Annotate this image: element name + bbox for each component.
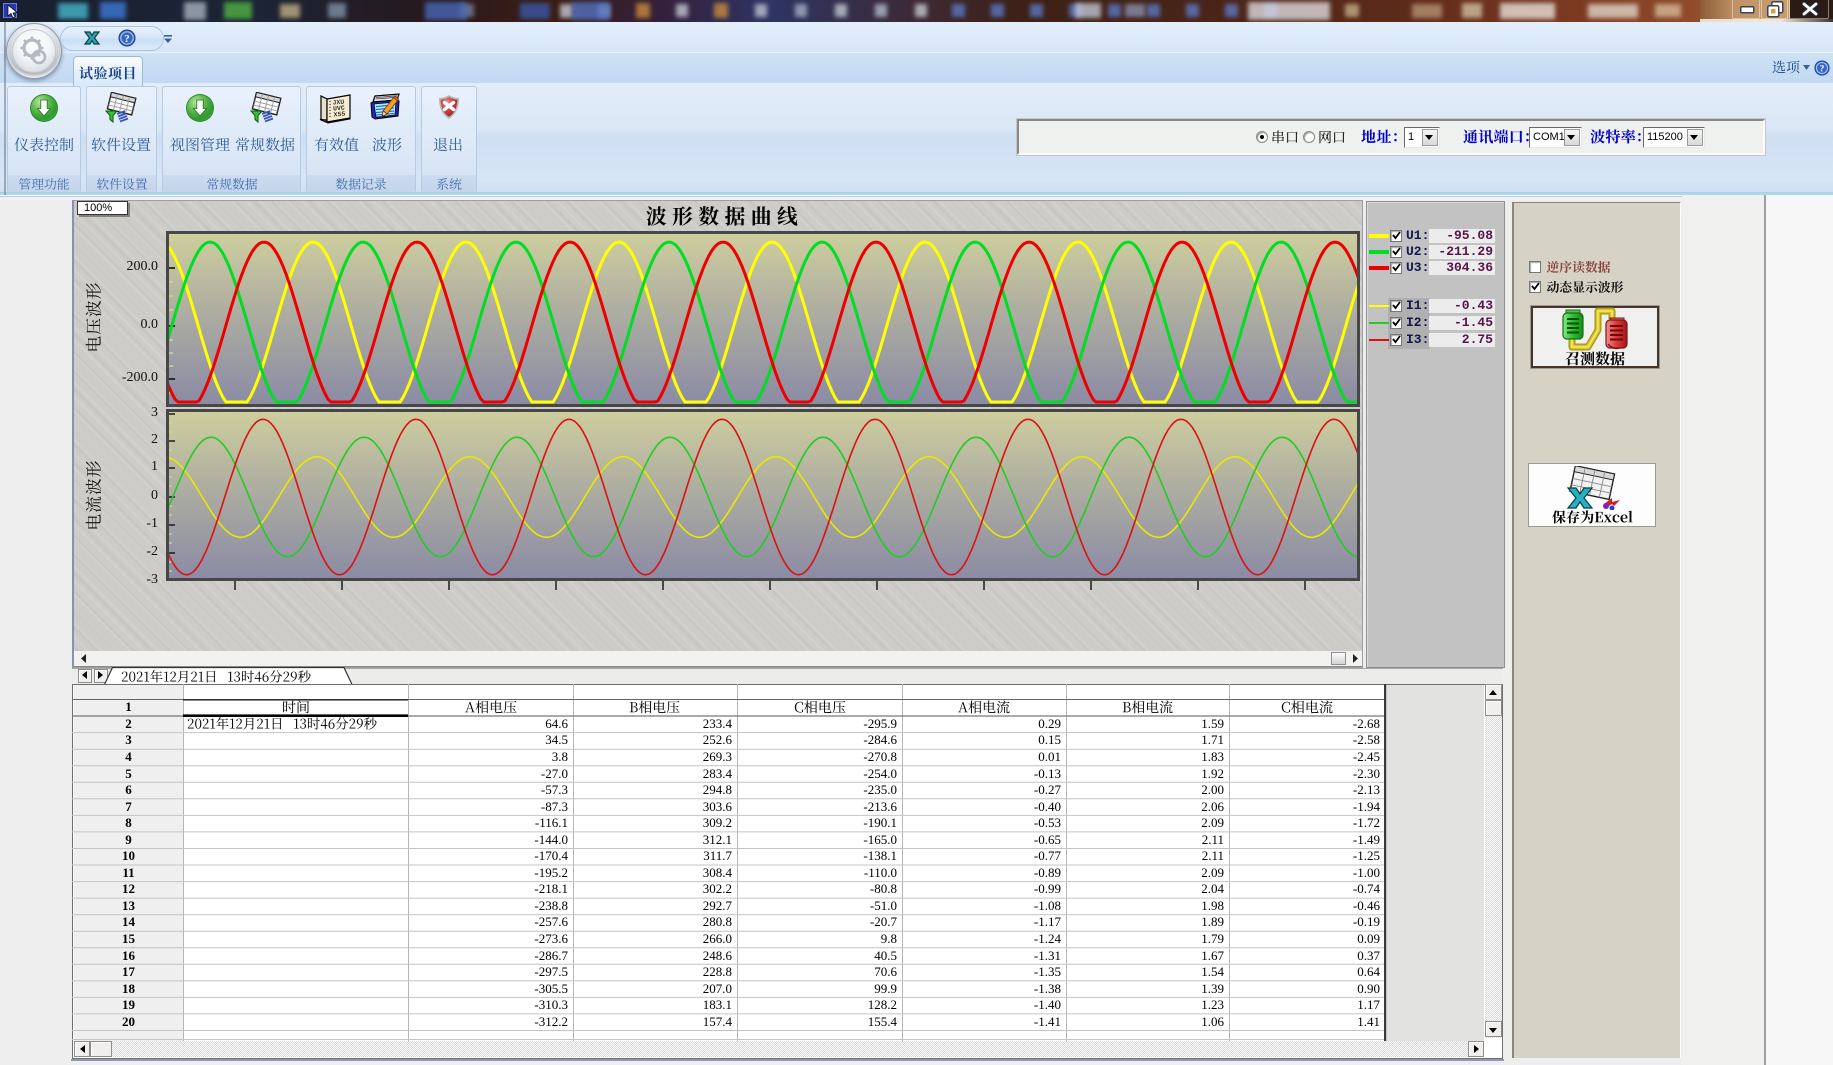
svg-text:X55: X55 xyxy=(333,111,345,119)
svg-text:?: ? xyxy=(1820,64,1825,75)
svg-text:?: ? xyxy=(124,33,130,45)
